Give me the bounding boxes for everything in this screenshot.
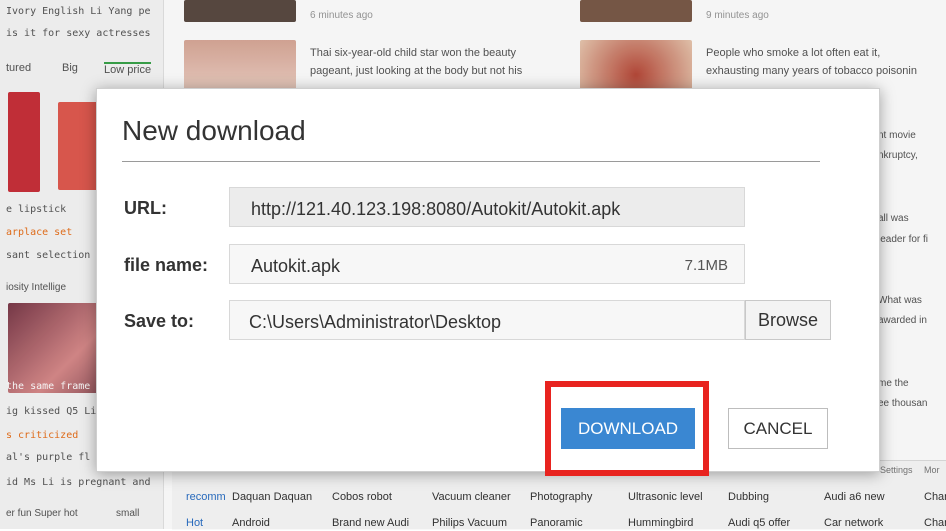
url-field[interactable]: http://121.40.123.198:8080/Autokit/Autok… <box>229 187 745 227</box>
filename-label: file name: <box>124 255 209 275</box>
url-value: http://121.40.123.198:8080/Autokit/Autok… <box>251 199 621 219</box>
filename-value: Autokit.apk <box>251 256 341 276</box>
saveto-label: Save to: <box>124 311 195 331</box>
saveto-value: C:\Users\Administrator\Desktop <box>249 312 502 332</box>
download-button[interactable]: DOWNLOAD <box>561 408 695 449</box>
filename-input[interactable]: Autokit.apk 7.1MB <box>229 244 745 284</box>
saveto-path-input[interactable]: C:\Users\Administrator\Desktop <box>229 300 745 340</box>
dialog-title: New download <box>122 115 306 146</box>
new-download-dialog: New download URL: http://121.40.123.198:… <box>96 88 880 476</box>
title-divider <box>122 161 820 162</box>
cancel-button[interactable]: CANCEL <box>728 408 828 449</box>
browse-button[interactable]: Browse <box>745 300 831 340</box>
filesize-value: 7.1MB <box>684 257 728 274</box>
url-label: URL: <box>124 198 167 218</box>
